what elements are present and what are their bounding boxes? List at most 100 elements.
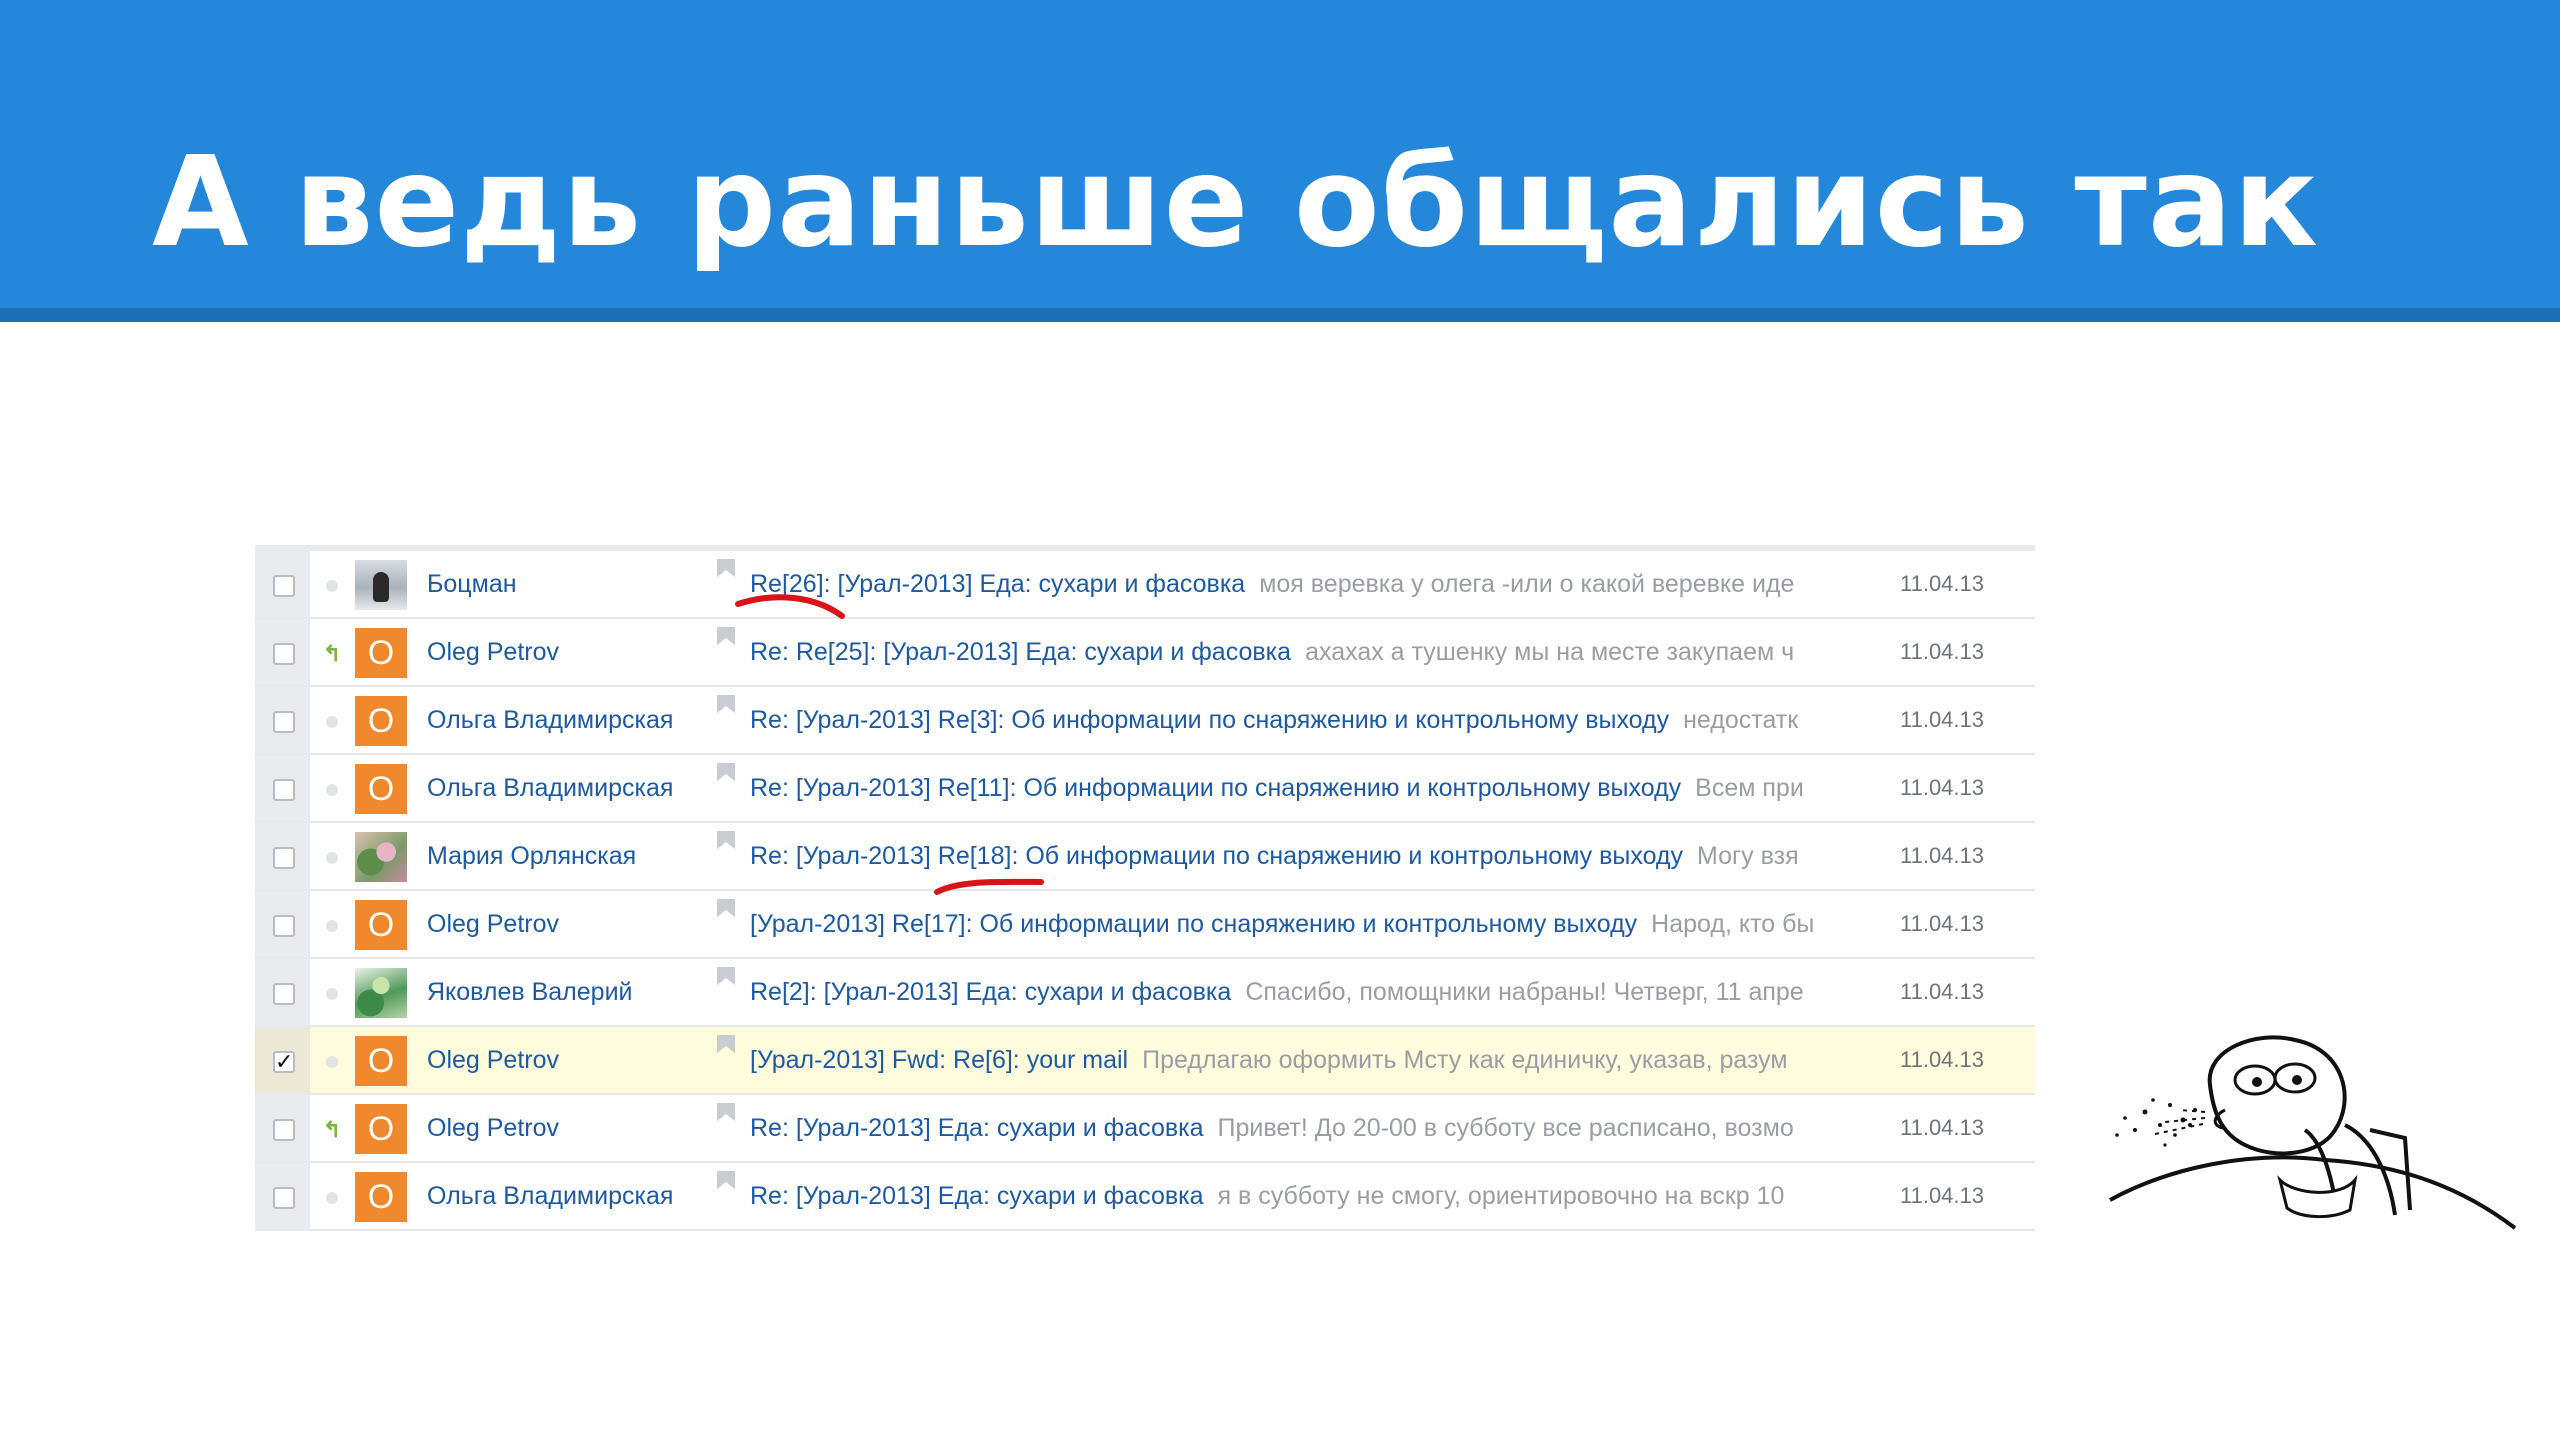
flag-icon[interactable] — [715, 693, 737, 715]
email-subject-line[interactable]: Re: [Урал-2013] Re[18]: Об информации по… — [750, 823, 1838, 889]
email-date: 11.04.13 — [1900, 843, 1985, 868]
row-checkbox[interactable]: ✓ — [273, 1051, 295, 1073]
email-snippet: Могу взя — [1697, 842, 1799, 870]
email-row[interactable]: ↰ O Oleg Petrov Re: [Урал-2013] Еда: сух… — [255, 1095, 2035, 1163]
email-subject[interactable]: Re: [Урал-2013] Re[3]: Об информации по … — [750, 706, 1669, 734]
email-subject[interactable]: Re[2]: [Урал-2013] Еда: сухари и фасовка — [750, 978, 1231, 1006]
email-row[interactable]: O Oleg Petrov [Урал-2013] Re[17]: Об инф… — [255, 891, 2035, 959]
email-subject-line[interactable]: [Урал-2013] Re[17]: Об информации по сна… — [750, 891, 1838, 957]
email-date: 11.04.13 — [1900, 775, 1985, 800]
email-subject-line[interactable]: Re: [Урал-2013] Re[3]: Об информации по … — [750, 687, 1838, 753]
flag-icon[interactable] — [715, 965, 737, 987]
sender-name[interactable]: Ольга Владимирская — [427, 687, 673, 753]
unread-dot-icon[interactable] — [326, 784, 338, 796]
flag-icon[interactable] — [715, 557, 737, 579]
email-subject[interactable]: [Урал-2013] Fwd: Re[6]: your mail — [750, 1046, 1128, 1074]
sender-name[interactable]: Боцман — [427, 551, 517, 617]
avatar — [355, 560, 407, 610]
avatar: O — [355, 1036, 407, 1086]
email-list: Боцман Re[26]: [Урал-2013] Еда: сухари и… — [255, 545, 2035, 1233]
row-checkbox[interactable] — [273, 1187, 295, 1209]
email-subject-line[interactable]: Re: [Урал-2013] Еда: сухари и фасовка При… — [750, 1095, 1838, 1161]
flag-icon[interactable] — [715, 1169, 737, 1191]
slide-header-shadow — [0, 308, 2560, 322]
email-date: 11.04.13 — [1900, 1047, 1985, 1072]
row-status — [317, 571, 347, 601]
email-row[interactable]: O Ольга Владимирская Re: [Урал-2013] Re[… — [255, 755, 2035, 823]
email-subject[interactable]: [Урал-2013] Re[17]: Об информации по сна… — [750, 910, 1637, 938]
email-row[interactable]: Яковлев Валерий Re[2]: [Урал-2013] Еда: … — [255, 959, 2035, 1027]
reply-arrow-icon: ↰ — [322, 641, 342, 666]
unread-dot-icon[interactable] — [326, 1056, 338, 1068]
avatar: O — [355, 628, 407, 678]
row-checkbox[interactable] — [273, 983, 295, 1005]
email-row[interactable]: Мария Орлянская Re: [Урал-2013] Re[18]: … — [255, 823, 2035, 891]
sender-name[interactable]: Ольга Владимирская — [427, 1163, 673, 1229]
email-snippet: Народ, кто бы — [1651, 910, 1815, 938]
row-checkbox[interactable] — [273, 643, 295, 665]
email-subject[interactable]: Re: [Урал-2013] Еда: сухари и фасовка — [750, 1182, 1204, 1210]
row-status — [317, 775, 347, 805]
sender-name[interactable]: Oleg Petrov — [427, 891, 559, 957]
email-rows: Боцман Re[26]: [Урал-2013] Еда: сухари и… — [255, 551, 2035, 1231]
email-snippet: моя веревка у олега -или о какой веревке… — [1259, 570, 1795, 598]
row-checkbox[interactable] — [273, 779, 295, 801]
avatar: O — [355, 696, 407, 746]
email-subject-line[interactable]: Re: [Урал-2013] Re[11]: Об информации по… — [750, 755, 1838, 821]
avatar: O — [355, 900, 407, 950]
unread-dot-icon[interactable] — [326, 988, 338, 1000]
unread-dot-icon[interactable] — [326, 852, 338, 864]
email-subject-line[interactable]: Re: Re[25]: [Урал-2013] Еда: сухари и фа… — [750, 619, 1838, 685]
sender-name[interactable]: Ольга Владимирская — [427, 755, 673, 821]
email-subject-line[interactable]: Re: [Урал-2013] Еда: сухари и фасовка я в… — [750, 1163, 1838, 1229]
row-status — [317, 911, 347, 941]
row-status: ↰ — [317, 639, 347, 669]
avatar: O — [355, 1172, 407, 1222]
sender-name[interactable]: Яковлев Валерий — [427, 959, 633, 1025]
sender-name[interactable]: Мария Орлянская — [427, 823, 636, 889]
avatar — [355, 968, 407, 1018]
email-subject[interactable]: Re: [Урал-2013] Еда: сухари и фасовка — [750, 1114, 1204, 1142]
flag-icon[interactable] — [715, 897, 737, 919]
row-status — [317, 1183, 347, 1213]
row-checkbox[interactable] — [273, 847, 295, 869]
email-subject-line[interactable]: Re[2]: [Урал-2013] Еда: сухари и фасовка… — [750, 959, 1838, 1025]
email-subject-line[interactable]: Re[26]: [Урал-2013] Еда: сухари и фасовк… — [750, 551, 1838, 617]
email-row[interactable]: O Ольга Владимирская Re: [Урал-2013] Еда… — [255, 1163, 2035, 1231]
email-row[interactable]: ↰ O Oleg Petrov Re: Re[25]: [Урал-2013] … — [255, 619, 2035, 687]
email-snippet: недостатк — [1683, 706, 1799, 734]
email-subject[interactable]: Re: [Урал-2013] Re[11]: Об информации по… — [750, 774, 1681, 802]
sender-name[interactable]: Oleg Petrov — [427, 1027, 559, 1093]
row-checkbox[interactable] — [273, 1119, 295, 1141]
email-snippet: Всем при — [1695, 774, 1804, 802]
row-checkbox[interactable] — [273, 915, 295, 937]
unread-dot-icon[interactable] — [326, 716, 338, 728]
flag-icon[interactable] — [715, 1033, 737, 1055]
avatar: O — [355, 1104, 407, 1154]
email-snippet: я в субботу не смогу, ориентировочно на … — [1217, 1182, 1785, 1210]
row-status — [317, 707, 347, 737]
row-checkbox[interactable] — [273, 575, 295, 597]
email-row[interactable]: ✓ O Oleg Petrov [Урал-2013] Fwd: Re[6]: … — [255, 1027, 2035, 1095]
email-date: 11.04.13 — [1900, 571, 1985, 596]
email-subject[interactable]: Re: [Урал-2013] Re[18]: Об информации по… — [750, 842, 1683, 870]
flag-icon[interactable] — [715, 761, 737, 783]
unread-dot-icon[interactable] — [326, 920, 338, 932]
flag-icon[interactable] — [715, 1101, 737, 1123]
row-checkbox[interactable] — [273, 711, 295, 733]
row-status: ↰ — [317, 1115, 347, 1145]
email-subject[interactable]: Re: Re[25]: [Урал-2013] Еда: сухари и фа… — [750, 638, 1291, 666]
row-status — [317, 843, 347, 873]
unread-dot-icon[interactable] — [326, 580, 338, 592]
email-row[interactable]: Боцман Re[26]: [Урал-2013] Еда: сухари и… — [255, 551, 2035, 619]
email-date: 11.04.13 — [1900, 911, 1985, 936]
unread-dot-icon[interactable] — [326, 1192, 338, 1204]
sender-name[interactable]: Oleg Petrov — [427, 619, 559, 685]
flag-icon[interactable] — [715, 625, 737, 647]
email-subject[interactable]: Re[26]: [Урал-2013] Еда: сухари и фасовк… — [750, 570, 1245, 598]
flag-icon[interactable] — [715, 829, 737, 851]
email-row[interactable]: O Ольга Владимирская Re: [Урал-2013] Re[… — [255, 687, 2035, 755]
email-subject-line[interactable]: [Урал-2013] Fwd: Re[6]: your mail Предлаг… — [750, 1027, 1838, 1093]
email-date: 11.04.13 — [1900, 1183, 1985, 1208]
sender-name[interactable]: Oleg Petrov — [427, 1095, 559, 1161]
